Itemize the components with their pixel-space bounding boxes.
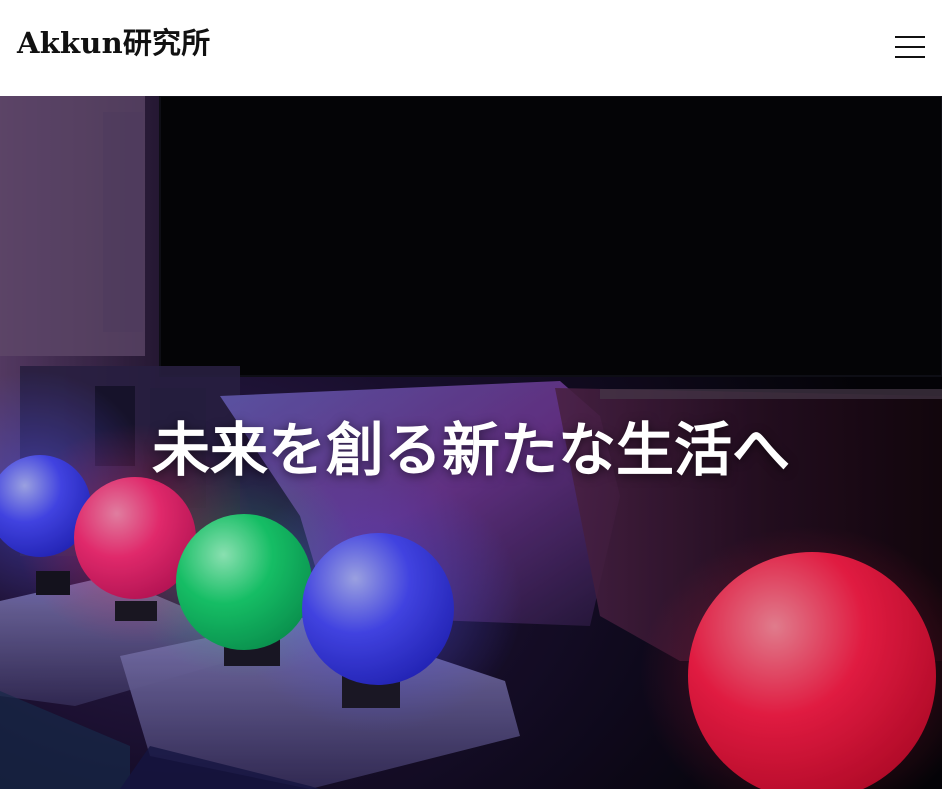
hamburger-menu-icon[interactable]: [890, 30, 930, 64]
site-title[interactable]: Akkun研究所: [17, 25, 210, 61]
hero-section: 未来を創る新たな生活へ: [0, 96, 942, 789]
site-header: Akkun研究所: [0, 0, 942, 96]
hero-heading: 未来を創る新たな生活へ: [151, 416, 790, 484]
menu-line-middle: [895, 46, 925, 48]
menu-line-bottom: [895, 56, 925, 58]
menu-line-top: [895, 36, 925, 38]
